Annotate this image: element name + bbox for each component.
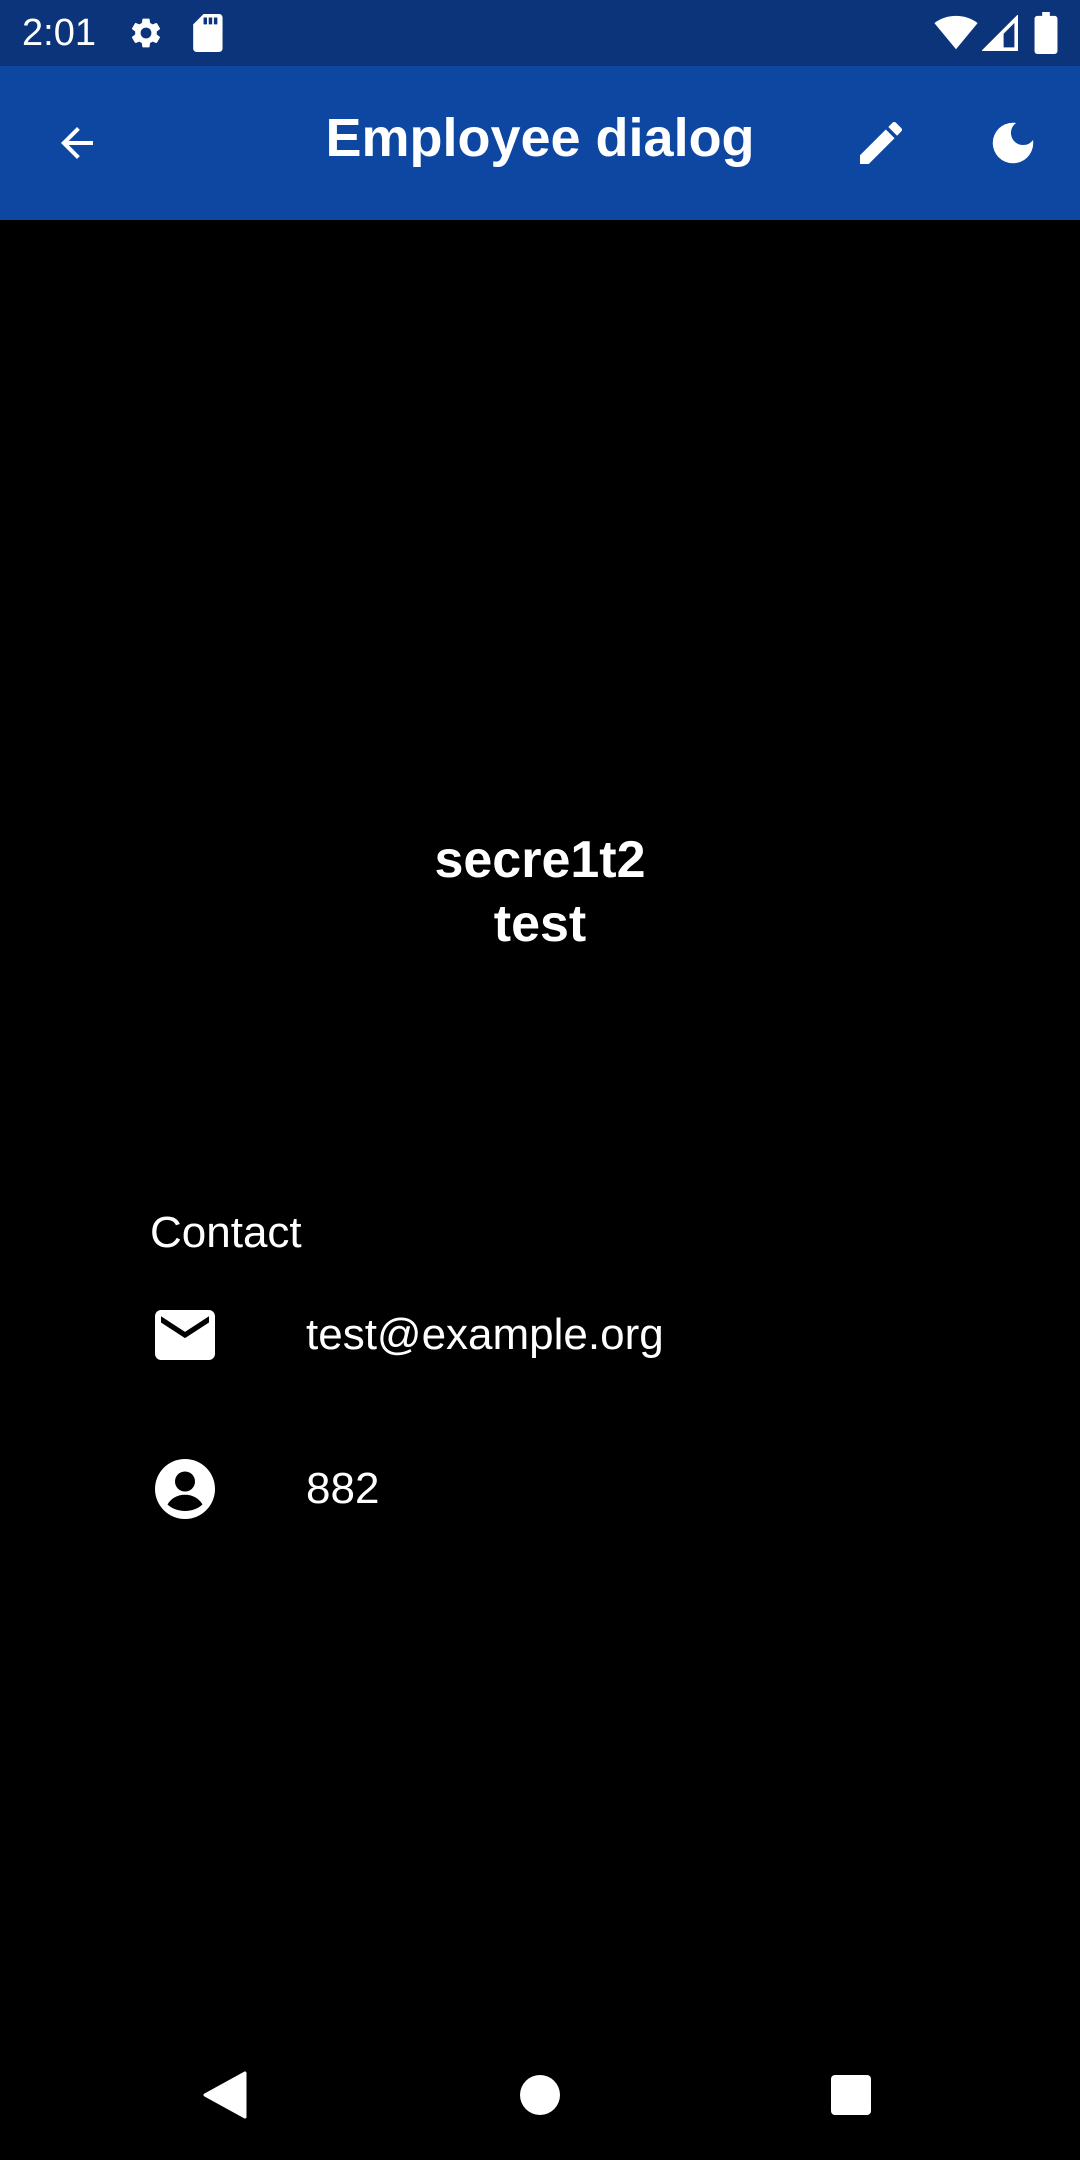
contact-email-row[interactable]: test@example.org bbox=[150, 1285, 950, 1385]
app-bar: Employee dialog bbox=[0, 66, 1080, 220]
nav-back-button[interactable] bbox=[170, 2040, 280, 2150]
contact-id-value: 882 bbox=[306, 1464, 380, 1513]
page-title: Employee dialog bbox=[325, 108, 755, 168]
home-circle-icon bbox=[520, 2075, 560, 2115]
account-circle-icon bbox=[150, 1459, 220, 1519]
employee-last-name: test bbox=[493, 895, 587, 953]
contact-section-title: Contact bbox=[150, 1208, 302, 1257]
edit-pencil-icon bbox=[860, 121, 903, 164]
employee-first-name: secre1t2 bbox=[434, 831, 646, 889]
signal-icon bbox=[982, 15, 1018, 51]
back-triangle-icon bbox=[203, 2071, 247, 2119]
dark-mode-moon-icon bbox=[992, 122, 1034, 164]
gear-icon bbox=[131, 18, 161, 48]
email-icon bbox=[150, 1305, 220, 1365]
contact-email-value: test@example.org bbox=[306, 1310, 664, 1359]
contact-id-row[interactable]: 882 bbox=[150, 1439, 950, 1539]
back-arrow-icon bbox=[61, 127, 93, 159]
dark-mode-button[interactable] bbox=[968, 98, 1058, 188]
back-button[interactable] bbox=[32, 98, 122, 188]
recents-square-icon bbox=[831, 2075, 871, 2115]
edit-button[interactable] bbox=[836, 98, 926, 188]
nav-home-button[interactable] bbox=[485, 2040, 595, 2150]
sd-card-icon bbox=[193, 14, 223, 52]
battery-icon bbox=[1034, 12, 1058, 54]
status-bar: 2:01 bbox=[0, 0, 1080, 66]
employee-dialog-screen: 2:01 Employee dialog secre1t2 test Conta… bbox=[0, 0, 1080, 2160]
wifi-icon bbox=[934, 15, 978, 50]
nav-recents-button[interactable] bbox=[796, 2040, 906, 2150]
system-nav-bar bbox=[0, 2030, 1080, 2160]
employee-name: secre1t2 test bbox=[0, 828, 1080, 956]
status-time: 2:01 bbox=[22, 12, 96, 54]
